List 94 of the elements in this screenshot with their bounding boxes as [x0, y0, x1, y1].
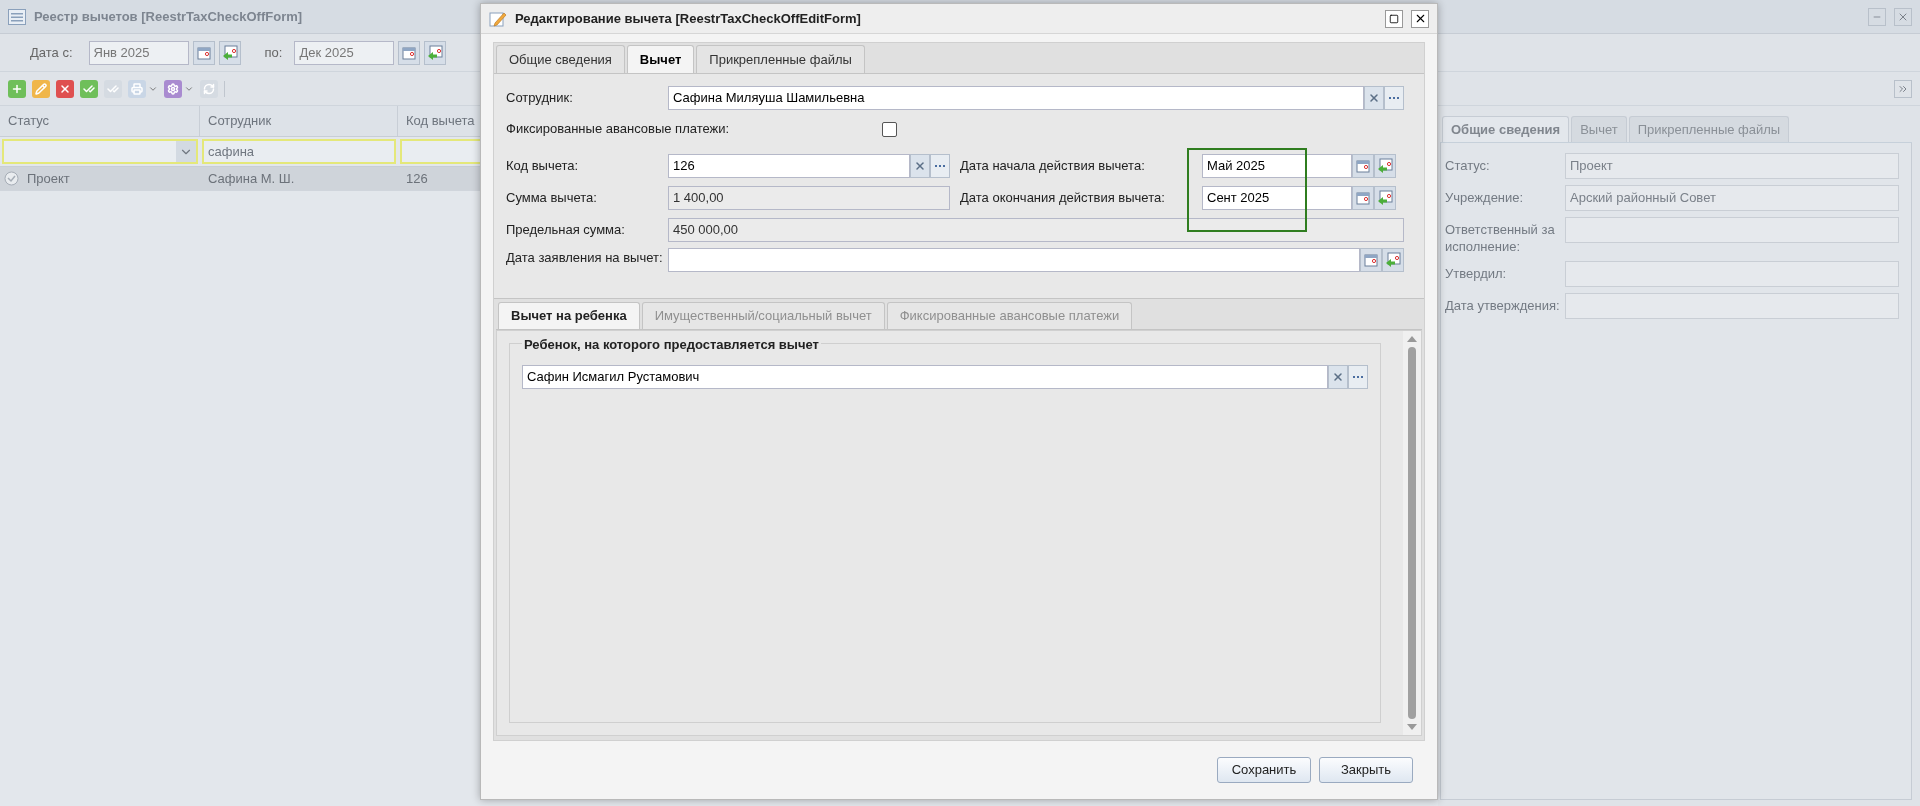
ellipsis-icon — [1353, 375, 1363, 378]
field-label: Ответственный за исполнение: — [1445, 221, 1556, 255]
calendar-icon — [1364, 253, 1378, 267]
close-button[interactable] — [1411, 9, 1429, 28]
start-date-field[interactable]: Май 2025 — [1202, 154, 1352, 178]
tab[interactable]: Вычет — [626, 45, 695, 73]
field-label: Дата заявления на вычет: — [506, 249, 664, 266]
end-date-field[interactable]: Сент 2025 — [1202, 186, 1352, 210]
calendar-icon — [1356, 191, 1370, 205]
detail-field: Проект — [1565, 153, 1899, 179]
filter-field[interactable] — [2, 139, 198, 164]
date-to-label: по: — [264, 43, 283, 62]
tab[interactable]: Общие сведения — [496, 45, 625, 73]
scrollbar[interactable] — [1403, 331, 1421, 735]
previous-date-button[interactable] — [1374, 186, 1396, 210]
checkbox[interactable] — [882, 121, 897, 137]
field-label: Дата окончания действия вычета: — [959, 189, 1166, 208]
field-label: Сотрудник: — [506, 89, 574, 108]
table-cell-text: Сафина М. Ш. — [207, 169, 296, 188]
close-icon — [1368, 92, 1380, 104]
expand-button[interactable] — [1894, 79, 1912, 98]
calendar-button[interactable] — [398, 40, 421, 65]
field-label: Дата начала действия вычета: — [959, 157, 1146, 176]
dialog-title: Редактирование вычета [ReestrTaxCheckOffEditForm] — [515, 9, 861, 28]
previous-date-button[interactable] — [424, 40, 447, 65]
tab[interactable]: Прикрепленные файлы — [696, 45, 865, 73]
calendar-button[interactable] — [1352, 154, 1374, 178]
table-cell-text: Проект — [26, 169, 71, 188]
filter-field[interactable]: сафина — [202, 139, 396, 164]
date-to-field[interactable]: Дек 2025 — [294, 40, 395, 65]
toolbar-button[interactable] — [164, 79, 182, 98]
print-icon — [131, 82, 143, 95]
toolbar-button[interactable] — [32, 79, 50, 98]
calendar-arrow-icon — [427, 44, 444, 61]
scroll-up-icon — [1407, 335, 1417, 343]
choose-button[interactable] — [1348, 364, 1368, 389]
refresh-icon — [203, 82, 215, 95]
calendar-icon — [196, 45, 211, 60]
add-icon — [11, 82, 23, 95]
settings-icon — [167, 82, 179, 95]
calendar-button[interactable] — [192, 40, 215, 65]
table-cell-text: 126 — [405, 169, 429, 188]
previous-date-button[interactable] — [218, 40, 241, 65]
application-date-field[interactable] — [668, 248, 1360, 272]
clear-button[interactable] — [910, 154, 930, 178]
deduction-code-field[interactable]: 126 — [668, 154, 910, 178]
field-label: Утвердил: — [1445, 265, 1508, 282]
column-header[interactable]: Статус — [0, 106, 200, 136]
toolbar-button[interactable] — [56, 79, 74, 98]
minimize-button[interactable] — [1868, 7, 1886, 26]
calendar-icon — [402, 45, 417, 60]
close-icon — [1332, 370, 1344, 383]
field-label: Учреждение: — [1445, 189, 1525, 206]
close-icon — [914, 160, 926, 172]
tab[interactable]: Вычет на ребенка — [498, 302, 640, 329]
dialog-button[interactable]: Сохранить — [1217, 757, 1311, 783]
maximize-button[interactable] — [1385, 9, 1403, 28]
field-label: Фиксированные авансовые платежи: — [506, 120, 731, 139]
maximize-icon — [1389, 13, 1399, 24]
field-label: Статус: — [1445, 157, 1491, 174]
window-title: Реестр вычетов [ReestrTaxCheckOffForm] — [34, 7, 303, 26]
clear-button[interactable] — [1328, 364, 1348, 389]
list-icon — [8, 8, 26, 25]
double-check-icon — [107, 82, 119, 95]
choose-button[interactable] — [1384, 86, 1404, 110]
detail-field: Арский районный Совет — [1565, 185, 1899, 211]
double-check-icon — [83, 82, 95, 95]
field-label: Предельная сумма: — [506, 221, 626, 240]
field-label: Сумма вычета: — [506, 189, 598, 208]
pencil-icon — [35, 82, 47, 95]
column-header[interactable]: Сотрудник — [200, 106, 398, 136]
previous-date-button[interactable] — [1382, 248, 1404, 272]
calendar-button[interactable] — [1352, 186, 1374, 210]
amount-field[interactable]: 1 400,00 — [668, 186, 950, 210]
date-from-field[interactable]: Янв 2025 — [88, 40, 189, 65]
clear-button[interactable] — [1364, 86, 1384, 110]
calendar-icon — [1356, 159, 1370, 173]
calendar-arrow-icon — [221, 44, 238, 61]
limit-field[interactable]: 450 000,00 — [668, 218, 1404, 242]
delete-icon — [59, 82, 71, 95]
previous-date-button[interactable] — [1374, 154, 1396, 178]
choose-button[interactable] — [930, 154, 950, 178]
calendar-button[interactable] — [1360, 248, 1382, 272]
child-field[interactable]: Сафин Исмагил Рустамович — [522, 364, 1328, 389]
field-label: Код вычета: — [506, 157, 580, 176]
toolbar-button[interactable] — [80, 79, 98, 98]
dialog-button[interactable]: Закрыть — [1319, 757, 1413, 783]
edit-icon — [489, 9, 507, 28]
employee-field[interactable]: Сафина Миляуша Шамильевна — [668, 86, 1364, 110]
status-icon — [4, 171, 19, 186]
scroll-down-icon — [1407, 723, 1417, 731]
date-from-label: Дата с: — [30, 43, 73, 62]
toolbar-button[interactable] — [8, 79, 26, 98]
field-label: Дата утверждения: — [1445, 297, 1561, 314]
